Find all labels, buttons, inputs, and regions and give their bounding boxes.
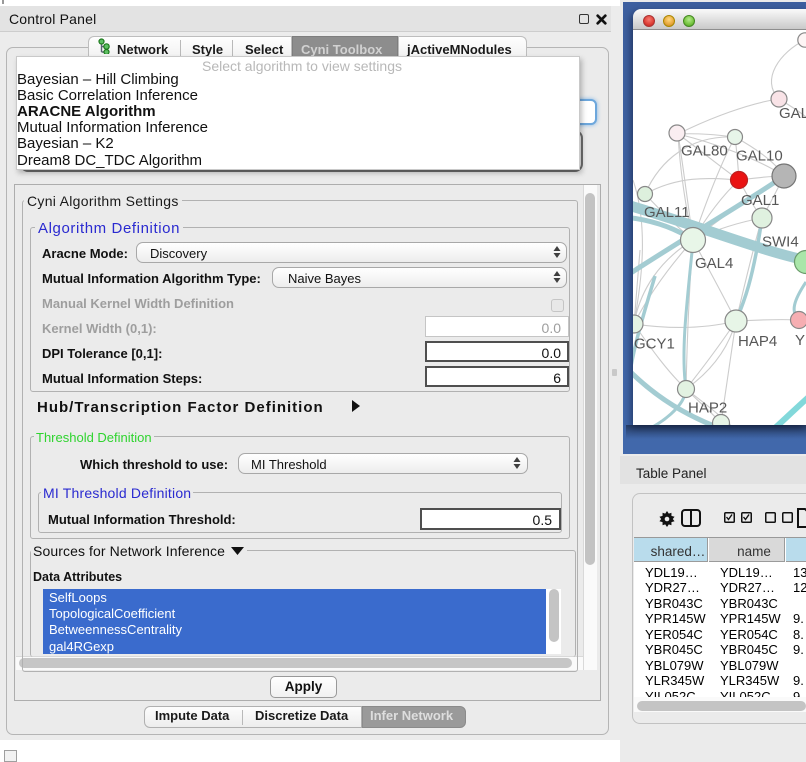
svg-text:GAL1: GAL1 [741, 192, 779, 209]
svg-text:Y: Y [795, 332, 805, 349]
svg-text:HAP2: HAP2 [688, 400, 727, 417]
svg-text:GAL10: GAL10 [736, 148, 783, 165]
svg-text:GAL11: GAL11 [644, 204, 690, 221]
svg-text:GAL4: GAL4 [695, 255, 733, 272]
svg-text:GAL80: GAL80 [681, 143, 728, 160]
svg-text:GCY1: GCY1 [634, 336, 675, 353]
svg-text:HAP4: HAP4 [738, 333, 777, 350]
svg-text:GAL7: GAL7 [779, 105, 806, 122]
svg-text:SWI4: SWI4 [762, 234, 799, 251]
